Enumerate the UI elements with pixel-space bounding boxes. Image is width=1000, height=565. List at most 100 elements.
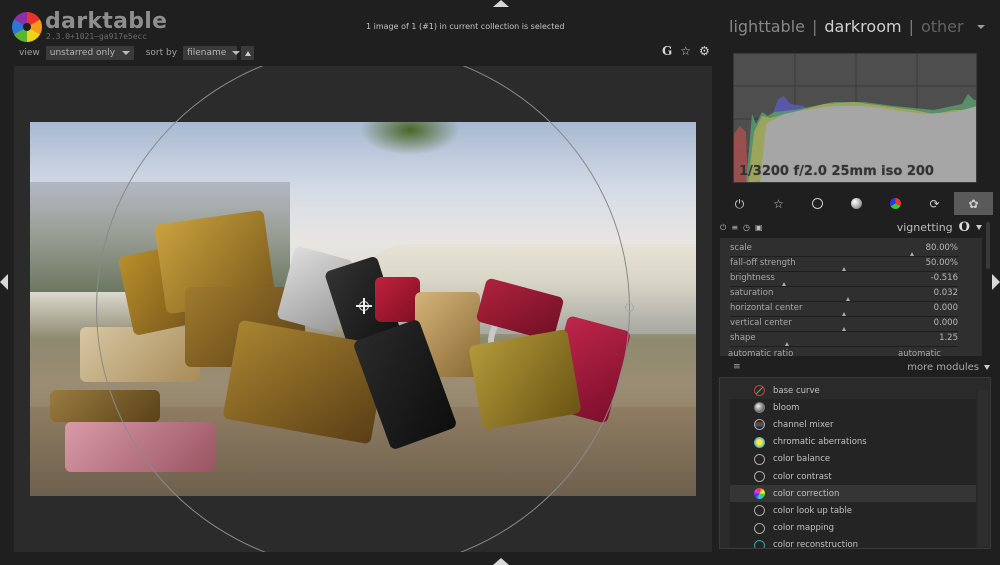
circle-icon	[754, 505, 765, 517]
slider-label: scale	[730, 243, 752, 253]
star-icon: ☆	[773, 196, 784, 211]
slider-value: 80.00%	[925, 243, 958, 253]
view-separator: |	[908, 17, 914, 36]
view-filter-label: view	[19, 48, 40, 58]
slider-thumb[interactable]	[784, 342, 789, 346]
tab-effect[interactable]: ✿	[954, 192, 993, 215]
star-icon[interactable]: ☆	[680, 44, 691, 58]
vignette-center-handle[interactable]	[356, 298, 372, 314]
exif-info: 1/3200 f/2.0 25mm iso 200	[739, 164, 934, 179]
app-name: darktable	[45, 9, 168, 34]
view-switcher: lighttable | darkroom | other	[729, 17, 964, 36]
module-multi-instance-icon[interactable]: ▣	[755, 223, 763, 233]
chroma-icon	[754, 436, 765, 448]
collapse-top-panel-arrow[interactable]	[493, 0, 509, 7]
sort-by-dropdown[interactable]: filename	[183, 46, 241, 60]
automatic-ratio-row[interactable]: automatic ratio automatic	[728, 349, 958, 356]
view-menu-chevron-icon[interactable]	[977, 25, 985, 29]
power-icon: ⏻	[734, 196, 745, 211]
module-list-scrollbar[interactable]	[978, 390, 988, 546]
automatic-ratio-value[interactable]: automatic	[898, 349, 941, 356]
slider-value: -0.516	[930, 273, 958, 283]
sort-direction-button[interactable]	[241, 46, 255, 60]
module-list-item[interactable]: color contrast	[730, 467, 976, 486]
histogram[interactable]: 1/3200 f/2.0 25mm iso 200	[733, 53, 977, 183]
slider-scale[interactable]: scale 80.00%	[730, 242, 958, 257]
tab-tone[interactable]	[837, 192, 876, 215]
module-presets-icon[interactable]: ≡	[731, 223, 738, 233]
slider-label: shape	[730, 333, 756, 343]
module-list-item[interactable]: color mapping	[730, 519, 976, 537]
mixer-icon	[754, 419, 765, 431]
module-list-item-label: color contrast	[773, 471, 832, 482]
module-list-item[interactable]: base curve	[730, 382, 976, 399]
module-list-item[interactable]: color reconstruction	[730, 536, 976, 548]
tab-active-modules[interactable]: ⏻	[720, 192, 759, 215]
module-list-item-label: color mapping	[773, 523, 835, 534]
tab-correct[interactable]: ⟳	[915, 192, 954, 215]
module-list-item[interactable]: color look up table	[730, 502, 976, 520]
view-darkroom-link[interactable]: darkroom	[824, 17, 901, 36]
vignetting-module-header[interactable]: ⏻ ≡ ◷ ▣ vignetting O	[720, 220, 982, 235]
module-list-item-label: color balance	[773, 454, 831, 465]
view-other-link[interactable]: other	[921, 17, 964, 36]
more-modules-header[interactable]: ≡ more modules	[720, 361, 990, 373]
module-expand-chevron-icon[interactable]	[976, 225, 982, 230]
darkroom-canvas[interactable]	[14, 66, 712, 552]
presets-menu-icon[interactable]: ≡	[733, 362, 741, 372]
vignette-scale-handle[interactable]	[625, 303, 634, 312]
view-lighttable-link[interactable]: lighttable	[729, 17, 805, 36]
corr-icon	[754, 488, 765, 500]
slider-shape[interactable]: shape 1.25	[730, 332, 958, 347]
sort-by-value: filename	[187, 48, 227, 58]
slider-saturation[interactable]: saturation 0.032	[730, 287, 958, 302]
right-panel-scrollbar[interactable]	[986, 222, 990, 269]
module-list-item[interactable]: bloom	[730, 399, 976, 417]
tab-basic[interactable]	[798, 192, 837, 215]
recon-icon	[754, 539, 765, 548]
slider-horizontal-center[interactable]: horizontal center 0.000	[730, 302, 958, 317]
slider-thumb[interactable]	[782, 282, 787, 286]
chevron-down-icon[interactable]	[984, 364, 990, 370]
slider-thumb[interactable]	[841, 267, 846, 271]
slider-thumb[interactable]	[909, 252, 914, 256]
module-power-icon[interactable]: ⏻	[720, 223, 726, 233]
module-group-tabs: ⏻ ☆ ⟳ ✿	[720, 192, 993, 215]
grouping-icon[interactable]: G	[662, 44, 672, 58]
module-reset-icon[interactable]: ◷	[743, 223, 750, 233]
slider-value: 0.032	[933, 288, 958, 298]
slider-thumb[interactable]	[841, 312, 846, 316]
tab-favorites[interactable]: ☆	[759, 192, 798, 215]
module-list-item[interactable]: chromatic aberrations	[730, 433, 976, 451]
module-list-item[interactable]: color correction	[730, 485, 976, 503]
slider-label: horizontal center	[730, 303, 803, 313]
slider-thumb[interactable]	[846, 297, 851, 301]
circle-icon	[812, 198, 823, 209]
effect-icon: ✿	[968, 196, 979, 211]
vignetting-module-body: scale 80.00% fall-off strength 50.00% br…	[720, 238, 982, 356]
collapse-right-panel-arrow[interactable]	[992, 274, 1000, 290]
slider-vertical-center[interactable]: vertical center 0.000	[730, 317, 958, 332]
more-modules-list: base curve bloom channel mixer chromatic ab…	[719, 377, 991, 549]
tab-color[interactable]	[876, 192, 915, 215]
collapse-left-panel-arrow[interactable]	[0, 274, 8, 290]
slider-brightness[interactable]: brightness -0.516	[730, 272, 958, 287]
top-toolbar-icons: G ☆ ⚙	[662, 44, 710, 58]
module-list-item[interactable]: color balance	[730, 450, 976, 468]
chevron-down-icon	[232, 51, 241, 55]
slider-thumb[interactable]	[841, 327, 846, 331]
slider-fall-off-strength[interactable]: fall-off strength 50.00%	[730, 257, 958, 272]
slider-value: 0.000	[933, 303, 958, 313]
gear-icon[interactable]: ⚙	[699, 44, 710, 58]
module-list-item[interactable]: channel mixer	[730, 416, 976, 434]
view-filter-dropdown[interactable]: unstarred only	[45, 46, 134, 60]
circle-icon	[754, 522, 765, 534]
collapse-bottom-panel-arrow[interactable]	[493, 558, 509, 565]
circle-icon	[754, 453, 765, 465]
module-preset-icon[interactable]: O	[959, 220, 970, 235]
view-filter-value: unstarred only	[49, 48, 116, 58]
module-list-item-label: chromatic aberrations	[773, 437, 867, 448]
selection-status: 1 image of 1 (#1) in current collection …	[366, 22, 565, 31]
color-wheel-icon	[890, 198, 901, 209]
app-version: 2.3.0+1021~ga917e5ecc	[46, 32, 148, 41]
